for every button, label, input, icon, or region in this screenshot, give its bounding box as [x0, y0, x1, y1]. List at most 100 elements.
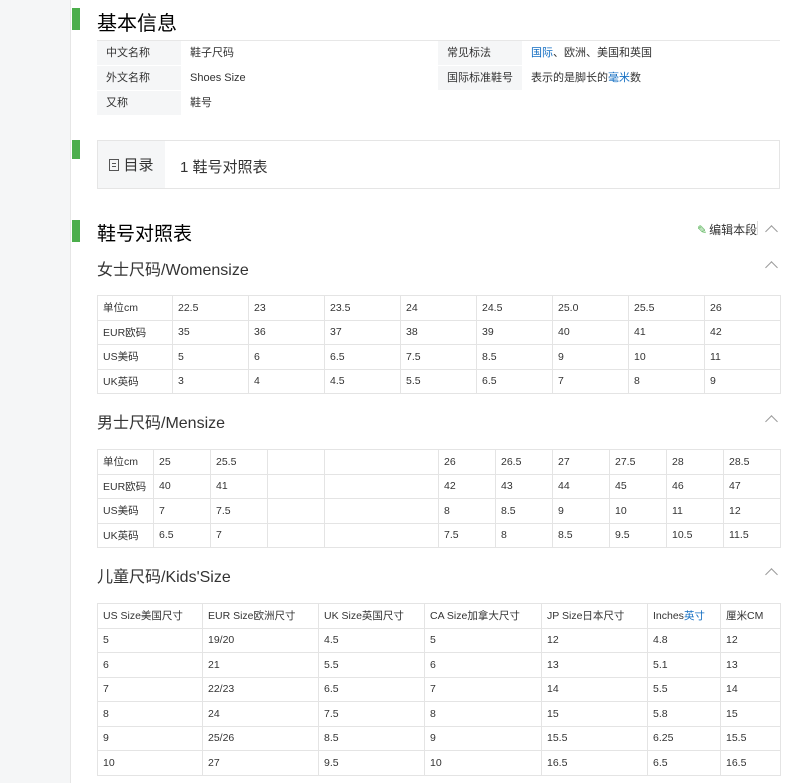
info-label: 国际标准鞋号 — [438, 66, 522, 90]
basic-info-row: 外文名称 Shoes Size 国际标准鞋号 表示的是脚长的毫米数 — [97, 65, 780, 90]
toc-item-number: 1 — [180, 159, 189, 176]
table-cell: 24 — [400, 295, 477, 321]
table-cell: 5.5 — [400, 368, 477, 394]
table-cell: 5.8 — [647, 701, 721, 727]
table-row: 单位cm 25 25.5 26 26.5 27 27.5 28 28.5 — [97, 449, 781, 475]
table-cell: 10 — [424, 750, 542, 776]
info-label: 中文名称 — [97, 41, 181, 65]
chevron-up-icon[interactable] — [765, 568, 778, 581]
chevron-up-icon[interactable] — [765, 415, 778, 428]
kids-size-table: US Size美国尺寸 EUR Size欧洲尺寸 UK Size英国尺寸 CA … — [97, 603, 781, 776]
table-cell: 8.5 — [495, 498, 553, 524]
table-cell: 8.5 — [552, 522, 610, 548]
table-cell: 8 — [495, 522, 553, 548]
table-cell: 21 — [202, 652, 319, 678]
info-value: 国际、欧洲、美国和英国 — [522, 41, 780, 65]
section-title: 鞋号对照表 — [97, 224, 193, 245]
table-of-contents: 目录 1 鞋号对照表 — [97, 140, 780, 189]
info-value: 鞋子尺码 — [190, 47, 234, 59]
table-cell: 26.5 — [495, 449, 553, 475]
table-cell: 7.5 — [400, 344, 477, 370]
toc-header: 目录 — [98, 141, 165, 188]
table-cell — [324, 522, 439, 548]
table-cell: 6.25 — [647, 725, 721, 751]
table-cell: 37 — [324, 319, 401, 345]
table-cell: 6.5 — [476, 368, 553, 394]
column-header: US Size美国尺寸 — [97, 603, 203, 629]
table-cell: 24 — [202, 701, 319, 727]
row-label-cell: US美码 — [97, 498, 154, 524]
inch-link[interactable]: 英寸 — [684, 610, 705, 622]
row-label-cell: 单位cm — [97, 449, 154, 475]
table-cell — [267, 522, 325, 548]
section-bar-icon — [72, 8, 80, 30]
column-header: CA Size加拿大尺寸 — [424, 603, 542, 629]
info-link[interactable]: 国际 — [531, 47, 553, 59]
table-cell: 25.5 — [628, 295, 705, 321]
table-cell: 7 — [210, 522, 268, 548]
table-cell: 41 — [628, 319, 705, 345]
table-cell: 8 — [438, 498, 496, 524]
table-cell: 5 — [424, 627, 542, 653]
table-cell: 27 — [202, 750, 319, 776]
table-cell: 26 — [438, 449, 496, 475]
basic-info-title: 基本信息 — [97, 13, 177, 35]
pencil-icon: ✎ — [697, 222, 708, 237]
section-bar-icon — [72, 140, 80, 159]
edit-label: 编辑本段 — [709, 223, 758, 237]
row-label-cell: UK英码 — [97, 522, 154, 548]
table-cell: 15.5 — [720, 725, 781, 751]
table-cell: 28 — [666, 449, 724, 475]
basic-info-table: 中文名称 鞋子尺码 常见标法 国际、欧洲、美国和英国 外文名称 Shoes Si… — [97, 40, 780, 115]
table-cell: 12 — [723, 498, 781, 524]
table-cell: 13 — [541, 652, 648, 678]
table-cell: 11 — [704, 344, 781, 370]
table-row: 7 22/23 6.5 7 14 5.5 14 — [97, 676, 781, 702]
column-header: EUR Size欧洲尺寸 — [202, 603, 319, 629]
table-cell: 36 — [248, 319, 325, 345]
table-cell — [267, 449, 325, 475]
table-cell: 7 — [424, 676, 542, 702]
table-cell: 6.5 — [324, 344, 401, 370]
column-header: JP Size日本尺寸 — [541, 603, 648, 629]
table-cell: 6 — [424, 652, 542, 678]
table-cell: 7 — [552, 368, 629, 394]
table-cell: 9 — [97, 725, 203, 751]
table-cell: 6 — [248, 344, 325, 370]
table-cell: 24.5 — [476, 295, 553, 321]
basic-info-row: 又称 鞋号 — [97, 90, 780, 115]
table-row: UK英码 6.5 7 7.5 8 8.5 9.5 10.5 11.5 — [97, 522, 781, 548]
info-text: 表示的是脚长的 — [531, 72, 608, 84]
table-cell: 28.5 — [723, 449, 781, 475]
table-row: 8 24 7.5 8 15 5.8 15 — [97, 701, 781, 727]
table-cell: 44 — [552, 473, 610, 499]
kids-size-title: 儿童尺码/Kids'Size — [97, 569, 231, 586]
table-cell: 39 — [476, 319, 553, 345]
table-cell: 5.5 — [647, 676, 721, 702]
table-cell: 8 — [628, 368, 705, 394]
table-cell: 9.5 — [318, 750, 425, 776]
table-cell: 19/20 — [202, 627, 319, 653]
chevron-up-icon[interactable] — [765, 225, 778, 238]
toc-item[interactable]: 1 鞋号对照表 — [180, 156, 268, 177]
edit-section-button[interactable]: ✎ 编辑本段 — [697, 221, 757, 238]
info-link[interactable]: 毫米 — [608, 72, 630, 84]
table-cell: 4.8 — [647, 627, 721, 653]
table-cell: 43 — [495, 473, 553, 499]
table-cell: 27.5 — [609, 449, 667, 475]
men-size-table: 单位cm 25 25.5 26 26.5 27 27.5 28 28.5 EUR欧码 40 41 42 4… — [97, 449, 781, 548]
table-cell: 26 — [704, 295, 781, 321]
table-cell: 9 — [704, 368, 781, 394]
row-label-cell: US美码 — [97, 344, 173, 370]
column-header: UK Size英国尺寸 — [318, 603, 425, 629]
table-cell: 40 — [153, 473, 211, 499]
info-text: 数 — [630, 72, 641, 84]
table-cell: 15 — [541, 701, 648, 727]
row-label-cell: UK英码 — [97, 368, 173, 394]
chevron-up-icon[interactable] — [765, 261, 778, 274]
table-cell — [324, 473, 439, 499]
table-row: US美码 5 6 6.5 7.5 8.5 9 10 11 — [97, 344, 781, 370]
table-cell: 23.5 — [324, 295, 401, 321]
table-cell: 14 — [541, 676, 648, 702]
table-header-row: US Size美国尺寸 EUR Size欧洲尺寸 UK Size英国尺寸 CA … — [97, 603, 781, 629]
